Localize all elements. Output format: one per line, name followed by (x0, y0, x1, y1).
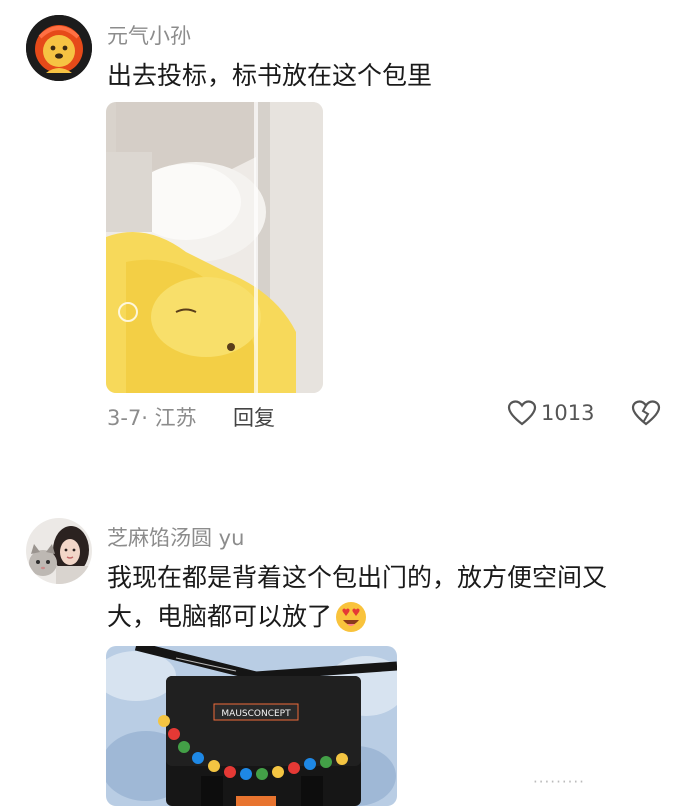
comment-text-line: 大，电脑都可以放了 (107, 597, 667, 636)
comment-meta: 3-7· 江苏 (107, 406, 197, 430)
dislike-button[interactable] (631, 399, 661, 431)
like-count: 1013 (541, 401, 595, 425)
comment-text: 出去投标，标书放在这个包里 (107, 61, 433, 90)
black-messenger-bag-photo: MAUSCONCEPT (106, 646, 397, 806)
comment-text-segment: 大，电脑都可以放了 (107, 602, 333, 631)
bag-brand-label: MAUSCONCEPT (221, 709, 291, 719)
comment-text: 我现在都是背着这个包出门的，放方便空间又 大，电脑都可以放了 (107, 558, 667, 636)
heart-icon (507, 400, 537, 426)
comment-photo[interactable] (106, 102, 323, 393)
username[interactable]: 芝麻馅汤圆 yu (107, 522, 244, 552)
like-button[interactable]: 1013 (507, 399, 594, 427)
girl-with-cat-avatar-icon (26, 518, 92, 584)
watermark: ········· (533, 773, 585, 791)
username[interactable]: 元气小孙 (107, 20, 191, 50)
heart-eyes-emoji-icon (336, 601, 367, 632)
lion-avatar-icon (26, 15, 92, 81)
broken-heart-icon (631, 400, 661, 426)
bag-photo (106, 102, 323, 393)
user-avatar[interactable] (26, 15, 92, 81)
reply-button[interactable]: 回复 (233, 402, 275, 432)
comment-photo[interactable]: MAUSCONCEPT (106, 646, 397, 806)
user-avatar[interactable] (26, 518, 92, 584)
comment-text-line: 我现在都是背着这个包出门的，放方便空间又 (107, 563, 608, 592)
